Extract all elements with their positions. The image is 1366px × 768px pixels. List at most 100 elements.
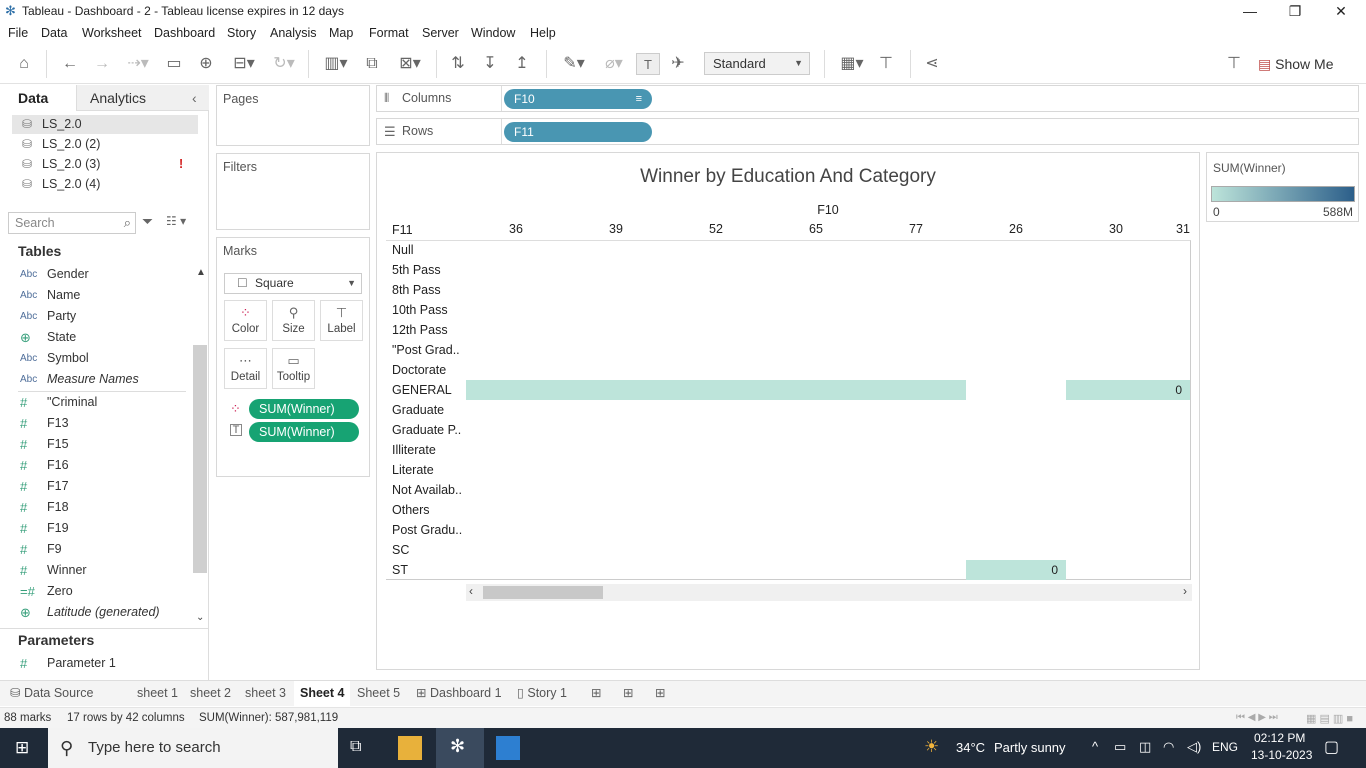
field-item[interactable]: # F19	[0, 518, 190, 539]
maximize-button[interactable]: ❐	[1272, 0, 1318, 22]
tab-analytics[interactable]: Analytics	[90, 85, 146, 111]
tooltip-button[interactable]: ▭ Tooltip	[272, 348, 315, 389]
field-item[interactable]: =# Zero	[0, 581, 190, 602]
view-mode-icon[interactable]: ▦ ▤ ▥ ■	[1306, 712, 1353, 725]
filter-icon[interactable]: ⏷	[142, 213, 153, 230]
tab-sheet-4[interactable]: Sheet 4	[294, 681, 351, 706]
show-labels-icon[interactable]: T	[636, 53, 660, 75]
presentation-icon[interactable]: ⊤	[874, 53, 898, 75]
clock-time[interactable]: 02:12 PM	[1254, 731, 1305, 745]
new-datasource-icon[interactable]: ⊕	[194, 53, 218, 75]
menu-window[interactable]: Window	[471, 26, 515, 40]
notifications-icon[interactable]: ▢	[1324, 737, 1339, 757]
sort-desc-icon[interactable]: ↥	[510, 53, 534, 75]
tab-sheet-5[interactable]: Sheet 5	[351, 681, 406, 706]
field-item[interactable]: # Winner	[0, 560, 190, 581]
menu-story[interactable]: Story	[227, 26, 256, 40]
field-item[interactable]: # F18	[0, 497, 190, 518]
tab-sheet-3[interactable]: sheet 3	[239, 681, 292, 706]
scroll-left-icon[interactable]: ‹	[469, 584, 473, 598]
rows-pill[interactable]: F11	[504, 122, 652, 142]
field-item[interactable]: # "Criminal	[0, 392, 190, 413]
show-me-button[interactable]: ▤ Show Me	[1258, 53, 1358, 75]
color-button[interactable]: ⁘ Color	[224, 300, 267, 341]
close-button[interactable]: ✕	[1318, 0, 1364, 22]
field-item[interactable]: # F9	[0, 539, 190, 560]
language-indicator[interactable]: ENG	[1212, 740, 1238, 754]
tab-data-source[interactable]: ⛁ Data Source	[4, 681, 99, 706]
show-cards-icon[interactable]: ▦▾	[834, 53, 870, 75]
datasource-item[interactable]: ⛁ LS_2.0 (2)	[12, 135, 198, 154]
menu-data[interactable]: Data	[41, 26, 67, 40]
scroll-up-icon[interactable]: ▲	[196, 267, 206, 278]
label-pill[interactable]: SUM(Winner)	[249, 422, 359, 442]
fit-dropdown[interactable]: Standard ▼	[704, 52, 810, 75]
field-item[interactable]: ⊕ Latitude (generated)	[0, 602, 190, 623]
clock-date[interactable]: 13-10-2023	[1251, 748, 1312, 762]
scroll-down-icon[interactable]: ⌄	[196, 612, 204, 623]
photos-icon[interactable]	[496, 736, 520, 760]
field-item[interactable]: Abc Measure Names	[0, 369, 190, 390]
columns-pill[interactable]: F10 ≡	[504, 89, 652, 109]
tab-sheet-2[interactable]: sheet 2	[184, 681, 237, 706]
datasource-item[interactable]: ⛁ LS_2.0 (4)	[12, 175, 198, 194]
datasource-item[interactable]: ⛁ LS_2.0 (3)!	[12, 155, 198, 174]
wifi-icon[interactable]: ◠	[1163, 739, 1174, 755]
pin-icon[interactable]: ✈	[666, 53, 690, 75]
field-item[interactable]: Abc Party	[0, 306, 190, 327]
volume-icon[interactable]: ◁)	[1187, 739, 1201, 755]
label-button[interactable]: ⊤ Label	[320, 300, 363, 341]
duplicate-icon[interactable]: ⧉	[360, 53, 384, 75]
share-icon[interactable]: ⋖	[920, 53, 944, 75]
scroll-right-icon[interactable]: ›	[1183, 584, 1187, 598]
redo-icon[interactable]: →	[90, 53, 114, 75]
field-item[interactable]: ⊕ State	[0, 327, 190, 348]
tab-story-1[interactable]: ▯ Story 1	[511, 681, 573, 706]
windows-start-icon[interactable]: ⊞	[15, 738, 29, 758]
scrollbar[interactable]	[193, 345, 207, 573]
horizontal-scrollbar[interactable]: ‹ ›	[466, 584, 1192, 601]
minimize-button[interactable]: —	[1227, 0, 1273, 22]
sort-asc-icon[interactable]: ↧	[478, 53, 502, 75]
new-story-icon[interactable]: ⊞	[649, 681, 671, 706]
mark-type-dropdown[interactable]: ☐ Square ▼	[224, 273, 362, 294]
file-explorer-icon[interactable]	[398, 736, 422, 760]
tab-sheet-1[interactable]: sheet 1	[131, 681, 184, 706]
field-item[interactable]: Abc Gender	[0, 264, 190, 285]
rows-shelf[interactable]: ☰ Rows F11	[376, 118, 1359, 145]
parameter-item[interactable]: # Parameter 1	[0, 653, 190, 674]
task-view-icon[interactable]: ⧉	[350, 738, 361, 756]
tableau-taskbar-icon[interactable]: ✻	[436, 728, 484, 768]
menu-server[interactable]: Server	[422, 26, 459, 40]
replay-icon[interactable]: ⇢▾	[120, 53, 156, 75]
swap-icon[interactable]: ⇅	[446, 53, 470, 75]
undo-icon[interactable]: ←	[58, 53, 82, 75]
highlight-icon[interactable]: ✎▾	[556, 53, 592, 75]
columns-shelf[interactable]: ⦀ Columns F10 ≡	[376, 85, 1359, 112]
field-item[interactable]: Abc Name	[0, 285, 190, 306]
tab-data[interactable]: Data	[18, 85, 48, 111]
collapse-icon[interactable]: ‹	[192, 85, 197, 111]
taskbar-search-input[interactable]: ⚲ Type here to search	[48, 728, 338, 768]
ask-data-icon[interactable]: ⊤	[1222, 53, 1246, 75]
home-icon[interactable]: ⌂	[12, 53, 36, 75]
new-worksheet-icon[interactable]: ⊞	[585, 681, 607, 706]
scrollbar-thumb[interactable]	[483, 586, 603, 599]
pages-shelf[interactable]: Pages	[216, 85, 370, 146]
search-input[interactable]: Search ⌕	[8, 212, 136, 234]
menu-map[interactable]: Map	[329, 26, 353, 40]
menu-file[interactable]: File	[8, 26, 28, 40]
save-icon[interactable]: ▭	[162, 53, 186, 75]
detail-button[interactable]: ⋯ Detail	[224, 348, 267, 389]
field-item[interactable]: # F17	[0, 476, 190, 497]
heatmap-cell[interactable]	[466, 380, 966, 400]
pause-updates-icon[interactable]: ⊟▾	[226, 53, 262, 75]
view-options-icon[interactable]: ☷ ▾	[166, 214, 186, 228]
menu-dashboard[interactable]: Dashboard	[154, 26, 215, 40]
size-button[interactable]: ⚲ Size	[272, 300, 315, 341]
field-item[interactable]: # F16	[0, 455, 190, 476]
group-icon[interactable]: ⌀▾	[596, 53, 632, 75]
menu-format[interactable]: Format	[369, 26, 409, 40]
field-item[interactable]: # F13	[0, 413, 190, 434]
page-nav-icon[interactable]: ⏮ ◀ ▶ ⏭	[1236, 712, 1278, 723]
